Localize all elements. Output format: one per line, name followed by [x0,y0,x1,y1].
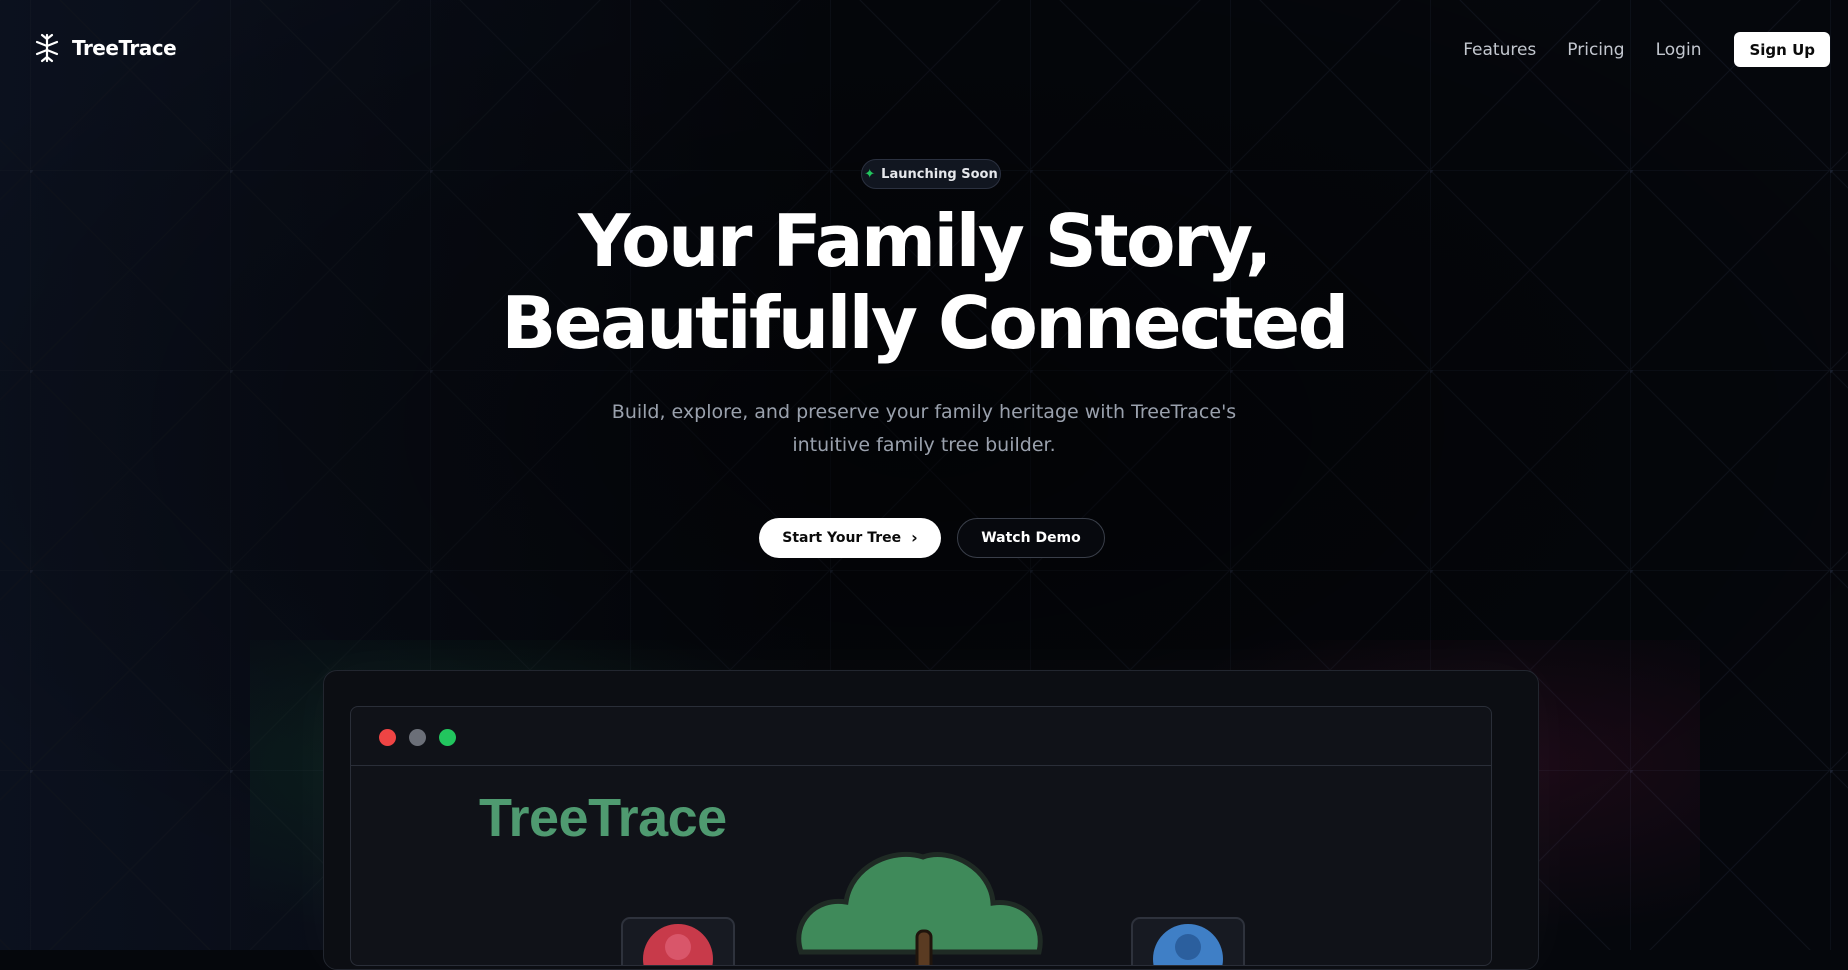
hero-subtitle: Build, explore, and preserve your family… [611,401,1237,456]
app-preview-window: TreeTrace [350,706,1492,966]
hero-title: Your Family Story, Beautifully Connected [0,200,1848,364]
nav-links: Features Pricing Login Sign Up [1463,32,1830,67]
start-your-tree-label: Start Your Tree [782,530,902,546]
launching-soon-badge: ✦ Launching Soon [861,159,1001,189]
nav-link-login[interactable]: Login [1656,40,1702,60]
nav-link-pricing[interactable]: Pricing [1567,40,1624,60]
watch-demo-button[interactable]: Watch Demo [957,518,1105,558]
brand-logo[interactable]: TreeTrace [34,31,177,65]
hero-title-line-2: Beautifully Connected [501,281,1349,365]
hero-title-line-1: Your Family Story, [578,199,1272,283]
app-title: TreeTrace [479,788,727,848]
nav-link-features[interactable]: Features [1463,40,1536,60]
top-nav: TreeTrace Features Pricing Login Sign Up [0,0,1848,96]
cta-row: Start Your Tree › Watch Demo [759,518,1105,558]
tree-logo-icon [35,33,59,63]
badge-label: Launching Soon [881,166,998,182]
sign-up-button[interactable]: Sign Up [1734,32,1830,67]
tree-canopy [796,851,1043,965]
chevron-right-icon: › [911,528,918,547]
start-your-tree-button[interactable]: Start Your Tree › [759,518,941,558]
sparkle-icon: ✦ [864,166,876,182]
profile-card-right [1131,917,1245,965]
profile-card-left [621,917,735,965]
brand-name: TreeTrace [72,36,177,60]
